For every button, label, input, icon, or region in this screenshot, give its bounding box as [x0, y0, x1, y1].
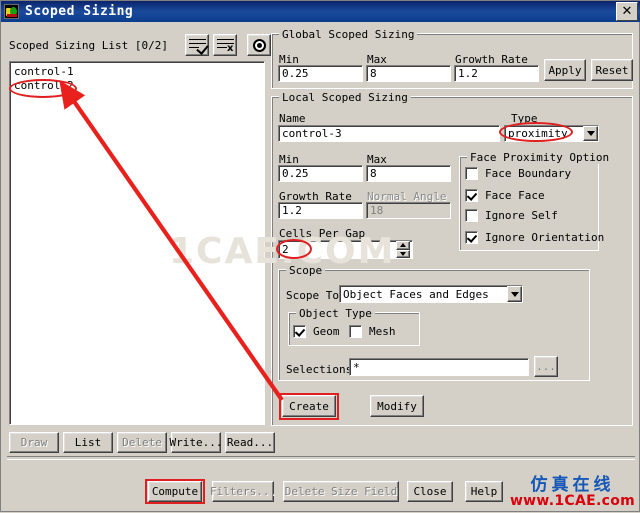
- checkbox-icon[interactable]: [293, 325, 306, 338]
- local-growth-rate-input[interactable]: 1.2: [278, 202, 363, 219]
- face-proximity-legend: Face Proximity Option: [467, 151, 613, 164]
- list-button-draw: Draw: [9, 432, 59, 453]
- local-type-dropdown[interactable]: proximity: [504, 125, 599, 142]
- checkbox-label: Geom: [313, 325, 340, 338]
- list-item[interactable]: control-2: [14, 79, 260, 93]
- global-growth-rate-input[interactable]: 1.2: [454, 65, 539, 82]
- apply-button[interactable]: Apply: [544, 59, 586, 81]
- watermark-brand-url: www.1CAE.com: [509, 493, 635, 509]
- checkbox-label: Ignore Orientation: [485, 231, 605, 244]
- footer-button-close[interactable]: Close: [407, 481, 453, 502]
- local-min-input[interactable]: 0.25: [278, 165, 363, 182]
- watermark-brand-cn: 仿真在线: [530, 475, 615, 495]
- scoped-sizing-list-label: Scoped Sizing List [0/2]: [9, 39, 168, 52]
- list-item[interactable]: control-1: [14, 65, 260, 79]
- highlight-icon[interactable]: [247, 34, 271, 56]
- checkbox-label: Face Boundary: [485, 167, 572, 180]
- global-max-input[interactable]: 8: [366, 65, 451, 82]
- object-type-legend: Object Type: [296, 307, 375, 320]
- footer-button-deletesizefield: Delete Size Field: [283, 481, 399, 502]
- face-proximity-option-ignore-self[interactable]: Ignore Self: [465, 209, 558, 222]
- face-proximity-option-ignore-orientation[interactable]: Ignore Orientation: [465, 231, 604, 244]
- chevron-down-icon[interactable]: [583, 126, 598, 141]
- scope-legend: Scope: [286, 264, 326, 277]
- object-type-option-mesh[interactable]: Mesh: [349, 325, 396, 338]
- footer-divider: [7, 456, 635, 460]
- list-button-delete: Delete: [117, 432, 167, 453]
- app-icon: [4, 4, 19, 19]
- list-button-list[interactable]: List: [63, 432, 113, 453]
- local-normal-angle-input: 18: [366, 202, 451, 219]
- scope-to-value: Object Faces and Edges: [343, 287, 489, 301]
- scope-to-dropdown[interactable]: Object Faces and Edges: [339, 285, 523, 303]
- list-button-write[interactable]: Write...: [170, 432, 223, 453]
- scoped-sizing-list[interactable]: control-1 control-2: [9, 61, 265, 425]
- footer-button-filters: Filters...: [210, 481, 276, 502]
- global-min-input[interactable]: 0.25: [278, 65, 363, 82]
- reset-button[interactable]: Reset: [591, 59, 633, 81]
- local-name-input[interactable]: control-3: [278, 125, 500, 142]
- face-proximity-option-face-face[interactable]: Face Face: [465, 189, 545, 202]
- stepper-up-icon[interactable]: [396, 241, 410, 250]
- checkbox-label: Mesh: [369, 325, 396, 338]
- cells-per-gap-input[interactable]: 2: [278, 240, 413, 259]
- checkbox-label: Ignore Self: [485, 209, 558, 222]
- list-button-read[interactable]: Read...: [225, 432, 275, 453]
- chevron-down-icon-scope[interactable]: [507, 286, 522, 302]
- create-button[interactable]: Create: [282, 395, 336, 417]
- face-proximity-option-face-boundary[interactable]: Face Boundary: [465, 167, 571, 180]
- cells-per-gap-label: Cells Per Gap: [279, 227, 366, 240]
- footer-button-help[interactable]: Help: [465, 481, 503, 502]
- checkbox-icon[interactable]: [465, 167, 478, 180]
- select-all-icon[interactable]: [185, 34, 209, 56]
- title-bar: Scoped Sizing ✕: [1, 1, 640, 22]
- deselect-all-icon[interactable]: x: [213, 34, 237, 56]
- local-legend: Local Scoped Sizing: [279, 91, 411, 104]
- local-type-value: proximity: [508, 127, 568, 140]
- stepper-down-icon[interactable]: [396, 249, 410, 258]
- footer-button-compute[interactable]: Compute: [148, 481, 202, 502]
- selections-browse-button[interactable]: ...: [534, 356, 558, 377]
- global-legend: Global Scoped Sizing: [279, 28, 418, 41]
- object-type-option-geom[interactable]: Geom: [293, 325, 340, 338]
- checkbox-label: Face Face: [485, 189, 545, 202]
- close-icon[interactable]: ✕: [616, 2, 638, 21]
- local-type-label: Type: [511, 112, 538, 125]
- checkbox-icon[interactable]: [465, 209, 478, 222]
- checkbox-icon[interactable]: [349, 325, 362, 338]
- site-watermark: 仿真在线 www.1CAE.com: [510, 476, 635, 509]
- checkbox-icon[interactable]: [465, 189, 478, 202]
- cells-per-gap-stepper[interactable]: [396, 241, 410, 258]
- selections-input[interactable]: *: [349, 358, 529, 376]
- scoped-sizing-dialog: Scoped Sizing ✕ Scoped Sizing List [0/2]…: [0, 0, 640, 512]
- selections-label: Selections: [286, 363, 353, 376]
- modify-button[interactable]: Modify: [370, 395, 424, 417]
- checkbox-icon[interactable]: [465, 231, 478, 244]
- local-max-input[interactable]: 8: [366, 165, 451, 182]
- window-title: Scoped Sizing: [25, 4, 134, 19]
- local-name-label: Name: [279, 112, 306, 125]
- scope-to-label: Scope To: [286, 289, 339, 302]
